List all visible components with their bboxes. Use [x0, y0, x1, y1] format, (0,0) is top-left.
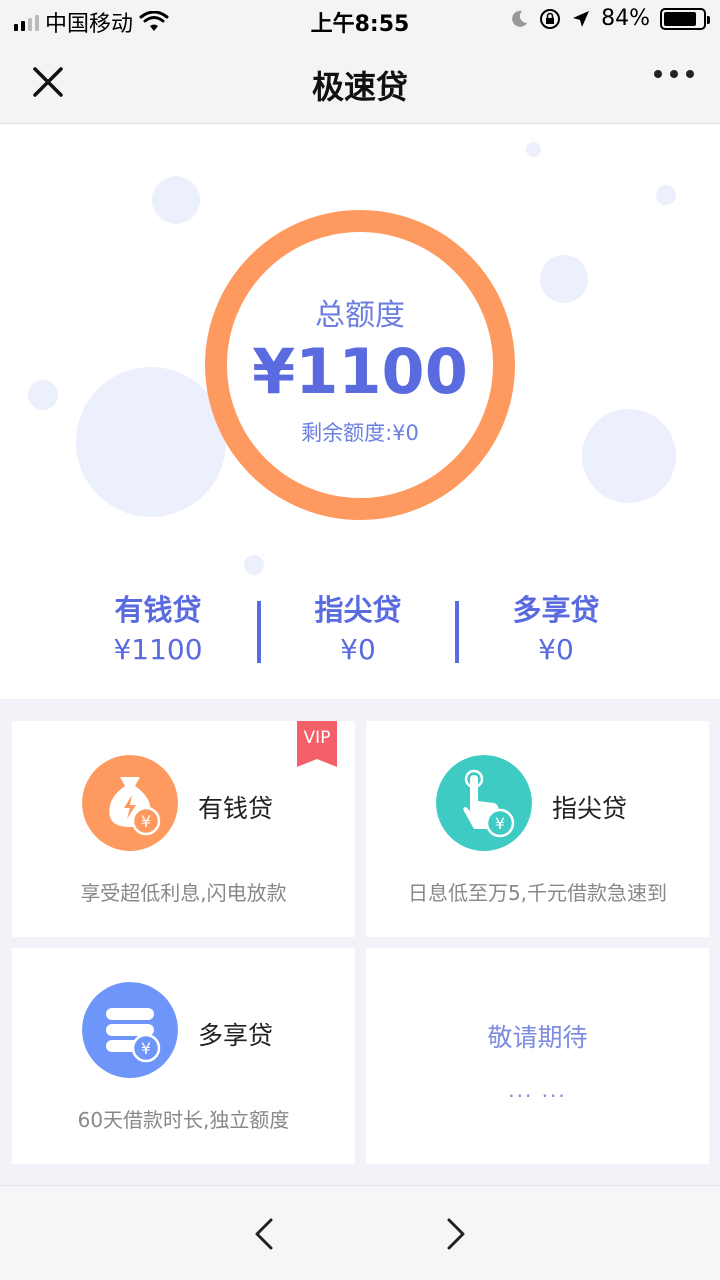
battery-fill — [664, 11, 696, 26]
total-credit-label: 总额度 — [315, 298, 405, 333]
forward-arrow-icon[interactable] — [435, 1214, 475, 1254]
coming-soon-card: 敬请期待 ... ... — [366, 948, 709, 1164]
breakdown-value: ¥0 — [538, 633, 574, 666]
loan-breakdown: 有钱贷 ¥1100 指尖贷 ¥0 多享贷 ¥0 — [0, 587, 720, 667]
decor-bubble — [152, 176, 200, 224]
breakdown-name: 多享贷 — [512, 593, 600, 627]
breakdown-item-zhijiandai: 指尖贷 ¥0 — [258, 587, 458, 666]
breakdown-item-duoxiangdai: 多享贷 ¥0 — [456, 587, 656, 666]
svg-text:¥: ¥ — [495, 814, 505, 833]
finger-tap-icon: ¥ — [436, 755, 532, 851]
breakdown-item-youqiandai: 有钱贷 ¥1100 — [58, 587, 258, 666]
coming-soon-dots: ... ... — [508, 1078, 567, 1102]
product-desc: 60天借款时长,独立额度 — [77, 1108, 290, 1132]
breakdown-name: 指尖贷 — [314, 593, 402, 627]
decor-bubble — [526, 142, 541, 157]
coin-stack-icon: ¥ — [82, 982, 178, 1078]
breakdown-value: ¥1100 — [113, 633, 203, 666]
vip-badge: VIP — [297, 721, 337, 767]
moon-icon — [512, 10, 528, 27]
battery-icon — [660, 7, 710, 30]
product-card-youqiandai[interactable]: VIP ¥ 有钱贷 享受超低利息,闪电放款 — [12, 721, 355, 937]
total-credit-amount: ¥1100 — [252, 335, 468, 408]
status-right: 84% — [509, 6, 710, 31]
product-desc: 日息低至万5,千元借款急速到 — [407, 881, 668, 905]
battery-percent: 84% — [601, 6, 650, 31]
breakdown-name: 有钱贷 — [114, 593, 202, 627]
breakdown-value: ¥0 — [340, 633, 376, 666]
credit-summary: 总额度 ¥1100 剩余额度:¥0 有钱贷 ¥1100 指尖贷 ¥0 多享贷 ¥… — [0, 125, 720, 699]
decor-bubble — [244, 555, 264, 575]
coming-soon-title: 敬请期待 — [487, 1023, 588, 1052]
status-bar: 中国移动 上午8:55 84% — [0, 0, 720, 40]
rotation-lock-icon — [540, 8, 561, 29]
decor-bubble — [656, 185, 676, 205]
back-arrow-icon[interactable] — [245, 1214, 285, 1254]
location-arrow-icon — [573, 10, 590, 27]
page-title: 极速贷 — [311, 68, 408, 106]
svg-text:¥: ¥ — [141, 1039, 151, 1058]
product-card-duoxiangdai[interactable]: ¥ 多享贷 60天借款时长,独立额度 — [12, 948, 355, 1164]
product-name: 多享贷 — [198, 1021, 274, 1050]
bottom-toolbar — [0, 1185, 720, 1280]
product-name: 有钱贷 — [198, 794, 274, 823]
more-options-icon[interactable] — [654, 70, 694, 78]
svg-text:¥: ¥ — [141, 812, 151, 831]
remaining-credit: 剩余额度:¥0 — [301, 421, 419, 445]
product-name: 指尖贷 — [552, 794, 628, 823]
money-bag-icon: ¥ — [82, 755, 178, 851]
product-desc: 享受超低利息,闪电放款 — [80, 881, 287, 905]
nav-bar: 极速贷 — [0, 40, 720, 124]
loan-products: VIP ¥ 有钱贷 享受超低利息,闪电放款 ¥ 指尖贷 日息低至万5,千元借款急… — [0, 699, 720, 1185]
product-card-zhijiandai[interactable]: ¥ 指尖贷 日息低至万5,千元借款急速到 — [366, 721, 709, 937]
